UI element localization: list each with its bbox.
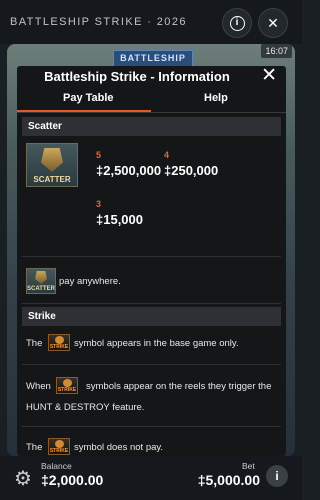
- modal-tabs: Pay Table Help: [17, 88, 286, 113]
- info-modal: Battleship Strike - Information ✕ Pay Ta…: [17, 66, 286, 456]
- clock: 16:07: [261, 44, 292, 58]
- strike-symbol-label: STRIKE: [57, 387, 77, 393]
- balance-label: Balance: [41, 461, 72, 471]
- strike-emblem-icon: [55, 336, 64, 344]
- scatter-small-icon: SCATTER: [26, 268, 56, 294]
- active-tab-indicator: [17, 110, 151, 112]
- bottom-bar: ⚙ Balance ‡2,000.00 Bet ‡5,000.00 i: [0, 456, 302, 500]
- strike-line1-pre: The: [26, 338, 43, 349]
- app-title: BATTLESHIP STRIKE · 2026: [10, 16, 187, 28]
- tab-help[interactable]: Help: [204, 92, 228, 104]
- gear-icon[interactable]: ⚙: [14, 466, 32, 491]
- modal-title: Battleship Strike - Information: [44, 69, 230, 84]
- modal-header: Battleship Strike - Information ✕: [17, 66, 286, 88]
- strike-emblem-icon: [55, 440, 64, 448]
- strike-symbol-icon: STRIKE: [56, 377, 78, 394]
- divider: [22, 303, 281, 304]
- divider: [22, 426, 281, 427]
- scatter-anywhere-text: pay anywhere.: [59, 276, 121, 287]
- pay-value-4: ‡250,000: [164, 163, 219, 178]
- bet-value[interactable]: ‡5,000.00: [194, 472, 260, 488]
- pay-value-5: ‡2,500,000: [96, 163, 162, 178]
- close-icon: ✕: [267, 14, 279, 31]
- balance-value: ‡2,000.00: [41, 472, 104, 488]
- strike-line3-post: symbol does not pay.: [74, 442, 164, 453]
- info-icon: i: [229, 15, 245, 31]
- divider: [22, 256, 281, 257]
- strike-symbol-icon: STRIKE: [48, 438, 70, 455]
- close-button[interactable]: ✕: [258, 8, 288, 38]
- strike-line2-cont: HUNT & DESTROY feature.: [26, 402, 145, 413]
- pay-value-3: ‡15,000: [96, 212, 143, 227]
- scatter-emblem-icon: [41, 148, 63, 172]
- strike-line2-post: symbols appear on the reels they trigger…: [86, 381, 272, 392]
- scatter-emblem-small-icon: [35, 271, 47, 284]
- strike-symbol-icon: STRIKE: [48, 334, 70, 351]
- pay-table-content[interactable]: Scatter SCATTER 5 ‡2,500,000 4 ‡250,000 …: [17, 113, 286, 456]
- bet-label: Bet: [242, 461, 255, 471]
- divider: [22, 364, 281, 365]
- top-bar: BATTLESHIP STRIKE · 2026 i ✕: [0, 0, 302, 44]
- strike-symbol-label: STRIKE: [49, 448, 69, 454]
- pay-count-5: 5: [96, 150, 102, 160]
- strike-line2-pre: When: [26, 381, 51, 392]
- strike-symbol-label: STRIKE: [49, 344, 69, 350]
- strike-line3-pre: The: [26, 442, 43, 453]
- scatter-heading: Scatter: [22, 117, 281, 136]
- tab-pay-table[interactable]: Pay Table: [63, 92, 114, 104]
- pay-count-3: 3: [96, 199, 102, 209]
- pay-count-4: 4: [164, 150, 170, 160]
- info-icon[interactable]: i: [266, 465, 288, 487]
- strike-heading: Strike: [22, 307, 281, 326]
- scatter-symbol-icon: SCATTER: [26, 143, 78, 187]
- strike-emblem-icon: [63, 379, 72, 387]
- info-button[interactable]: i: [222, 8, 252, 38]
- strike-line1-post: symbol appears in the base game only.: [74, 338, 239, 349]
- modal-close-icon[interactable]: ✕: [261, 66, 277, 86]
- game-logo: BATTLESHIP: [113, 50, 193, 67]
- scatter-symbol-label: SCATTER: [33, 175, 71, 184]
- scatter-small-label: SCATTER: [27, 286, 55, 292]
